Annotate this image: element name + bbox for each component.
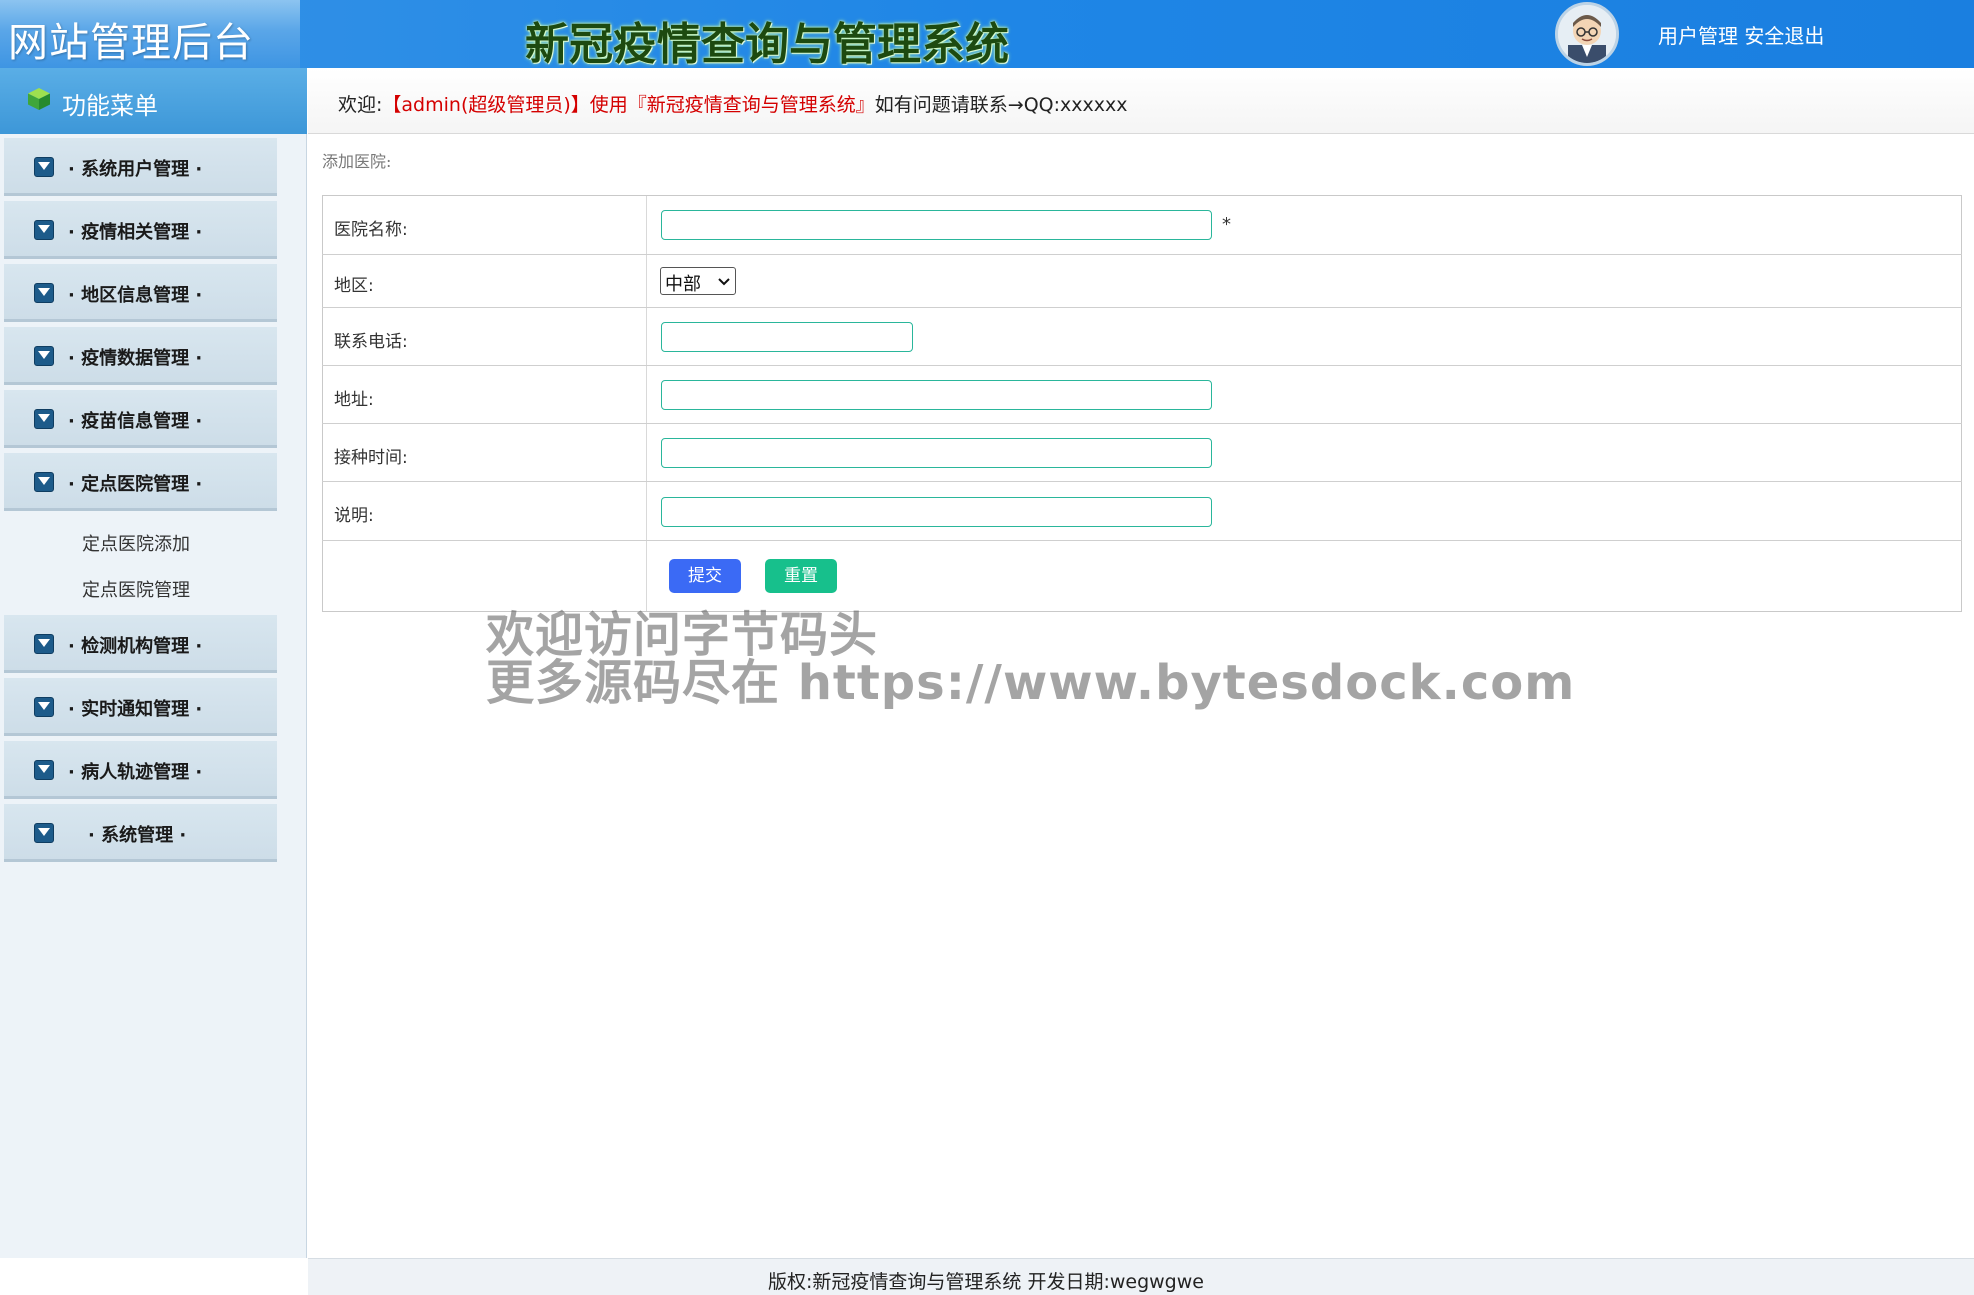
chevron-down-icon	[34, 283, 54, 303]
form-row-region: 地区: 中部	[322, 254, 1962, 307]
header-links: 用户管理 安全退出	[1658, 20, 1824, 49]
user-avatar-icon	[1558, 5, 1616, 63]
menu-group-label: · 疫苗信息管理 ·	[68, 411, 203, 432]
form-row-description: 说明:	[322, 481, 1962, 540]
menu-group-label: · 实时通知管理 ·	[68, 699, 203, 720]
menu-group-hospital[interactable]: · 定点医院管理 ·	[4, 453, 277, 511]
column-divider	[646, 255, 647, 307]
welcome-user: 【admin(超级管理员)】	[382, 94, 590, 116]
menu-group-label: · 疫情数据管理 ·	[68, 348, 203, 369]
column-divider	[646, 196, 647, 254]
site-title: 网站管理后台	[8, 20, 254, 66]
system-title: 新冠疫情查询与管理系统	[525, 19, 1009, 70]
welcome-use: 使用	[589, 94, 628, 116]
submit-button[interactable]: 提交	[669, 559, 741, 593]
field-label-phone: 联系电话:	[334, 332, 408, 352]
welcome-bar: 欢迎:【admin(超级管理员)】使用『新冠疫情查询与管理系统』如有问题请联系→…	[308, 68, 1974, 134]
vaccination-time-input[interactable]	[661, 438, 1212, 468]
menu-title: 功能菜单	[62, 92, 158, 120]
menu-group-label: · 定点医院管理 ·	[68, 474, 203, 495]
column-divider	[646, 366, 647, 423]
form-row-name: 医院名称: *	[322, 196, 1962, 254]
form-row-phone: 联系电话:	[322, 307, 1962, 365]
form-row-address: 地址:	[322, 365, 1962, 423]
column-divider	[646, 424, 647, 481]
required-mark: *	[1222, 214, 1231, 235]
address-input[interactable]	[661, 380, 1212, 410]
chevron-down-icon	[34, 157, 54, 177]
menu-group-system[interactable]: · 系统管理 ·	[4, 804, 277, 862]
region-selected-value: 中部	[665, 274, 701, 295]
description-input[interactable]	[661, 497, 1212, 527]
field-label-address: 地址:	[334, 390, 374, 410]
column-divider	[646, 482, 647, 540]
welcome-prefix: 欢迎:	[338, 94, 383, 116]
menu-group-label: · 系统管理 ·	[88, 825, 187, 846]
avatar[interactable]	[1555, 2, 1619, 66]
menu-group-label: · 疫情相关管理 ·	[68, 222, 203, 243]
logout-link[interactable]: 安全退出	[1744, 24, 1824, 48]
menu-group-label: · 系统用户管理 ·	[68, 159, 203, 180]
menu-group-epidemic-data[interactable]: · 疫情数据管理 ·	[4, 327, 277, 385]
chevron-down-icon	[718, 278, 730, 286]
sidebar: 功能菜单 · 系统用户管理 · · 疫情相关管理 · · 地区信息管理 · · …	[0, 68, 307, 1258]
user-mgmt-link[interactable]: 用户管理	[1658, 24, 1738, 48]
footer: 版权:新冠疫情查询与管理系统 开发日期:wegwgwe	[308, 1258, 1974, 1295]
chevron-down-icon	[34, 346, 54, 366]
menu-group-patient-trace[interactable]: · 病人轨迹管理 ·	[4, 741, 277, 799]
reset-button[interactable]: 重置	[765, 559, 837, 593]
menu-group-testing[interactable]: · 检测机构管理 ·	[4, 615, 277, 673]
menu-group-system-users[interactable]: · 系统用户管理 ·	[4, 138, 277, 196]
chevron-down-icon	[34, 409, 54, 429]
watermark-line-2: 更多源码尽在 https://www.bytesdock.com	[486, 655, 1576, 711]
chevron-down-icon	[34, 697, 54, 717]
menu-group-region[interactable]: · 地区信息管理 ·	[4, 264, 277, 322]
menu-group-label: · 病人轨迹管理 ·	[68, 762, 203, 783]
hospital-name-input[interactable]	[661, 210, 1212, 240]
footer-text: 版权:新冠疫情查询与管理系统 开发日期:wegwgwe	[768, 1271, 1204, 1293]
welcome-text: 欢迎:【admin(超级管理员)】使用『新冠疫情查询与管理系统』如有问题请联系→…	[338, 90, 1128, 117]
cube-icon	[28, 88, 50, 110]
chevron-down-icon	[34, 220, 54, 240]
field-label-hospital-name: 医院名称:	[334, 220, 408, 240]
chevron-down-icon	[34, 472, 54, 492]
region-select[interactable]: 中部	[660, 267, 736, 295]
menu-group-label: · 地区信息管理 ·	[68, 285, 203, 306]
menu-group-label: · 检测机构管理 ·	[68, 636, 203, 657]
menu-group-notice[interactable]: · 实时通知管理 ·	[4, 678, 277, 736]
top-header: 网站管理后台 新冠疫情查询与管理系统 用户管理 安全退出	[0, 0, 1974, 70]
phone-input[interactable]	[661, 322, 913, 352]
chevron-down-icon	[34, 634, 54, 654]
field-label-description: 说明:	[334, 506, 374, 526]
sidebar-item-hospital-manage[interactable]: 定点医院管理	[82, 576, 190, 602]
column-divider	[646, 308, 647, 365]
section-title: 添加医院:	[322, 152, 392, 171]
menu-header: 功能菜单	[0, 68, 307, 134]
welcome-suffix: 如有问题请联系→QQ:xxxxxx	[874, 94, 1128, 116]
chevron-down-icon	[34, 760, 54, 780]
sidebar-item-hospital-add[interactable]: 定点医院添加	[82, 530, 190, 556]
field-label-vaccination-time: 接种时间:	[334, 448, 408, 468]
welcome-system: 『新冠疫情查询与管理系统』	[627, 94, 875, 116]
menu-group-vaccine[interactable]: · 疫苗信息管理 ·	[4, 390, 277, 448]
chevron-down-icon	[34, 823, 54, 843]
form-row-vaccination-time: 接种时间:	[322, 423, 1962, 481]
menu-group-epidemic[interactable]: · 疫情相关管理 ·	[4, 201, 277, 259]
field-label-region: 地区:	[334, 276, 374, 296]
